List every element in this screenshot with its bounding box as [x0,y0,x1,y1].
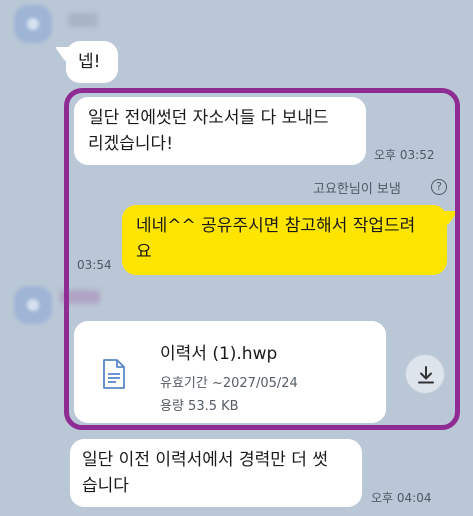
help-icon[interactable]: ? [431,179,447,195]
file-attachment-card[interactable]: 이력서 (1).hwp 유효기간 ~2027/05/24 용량 53.5 KB [74,321,386,423]
message-text-line: 리겠습니다! [88,134,174,154]
message-time: 오후 03:52 [374,148,435,162]
download-button[interactable] [405,354,445,394]
sender-avatar[interactable] [14,286,52,324]
message-text-line: 일단 이전 이력서에서 경력만 더 썻 [82,450,328,470]
message-text-line: 네네^^ 공유주시면 참고해서 작업드려 [136,216,416,236]
document-icon [103,359,125,389]
message-time: 03:54 [77,258,112,272]
sender-avatar[interactable] [14,5,52,43]
sender-name-blurred [68,13,98,27]
sender-name-blurred [60,290,100,304]
message-bubble[interactable]: 일단 전에썻던 자소서들 다 보내드 리겠습니다! [74,97,366,165]
message-time: 오후 04:04 [371,491,432,505]
file-expiry: 유효기간 ~2027/05/24 [160,376,298,391]
my-message-bubble[interactable]: 네네^^ 공유주시면 참고해서 작업드려 요 [122,205,447,275]
file-name: 이력서 (1).hwp [160,344,278,364]
download-icon [418,366,434,384]
message-bubble[interactable]: 일단 이전 이력서에서 경력만 더 썻 습니다 [70,439,362,507]
message-text-line: 일단 전에썻던 자소서들 다 보내드 [88,108,329,128]
message-text-line: 습니다 [82,476,129,496]
message-bubble[interactable]: 넵! [66,41,118,83]
message-text-line: 요 [136,242,152,262]
message-text: 넵! [78,52,101,72]
file-size: 용량 53.5 KB [160,399,239,414]
sent-by-label: 고요한님이 보냄 [313,182,401,197]
